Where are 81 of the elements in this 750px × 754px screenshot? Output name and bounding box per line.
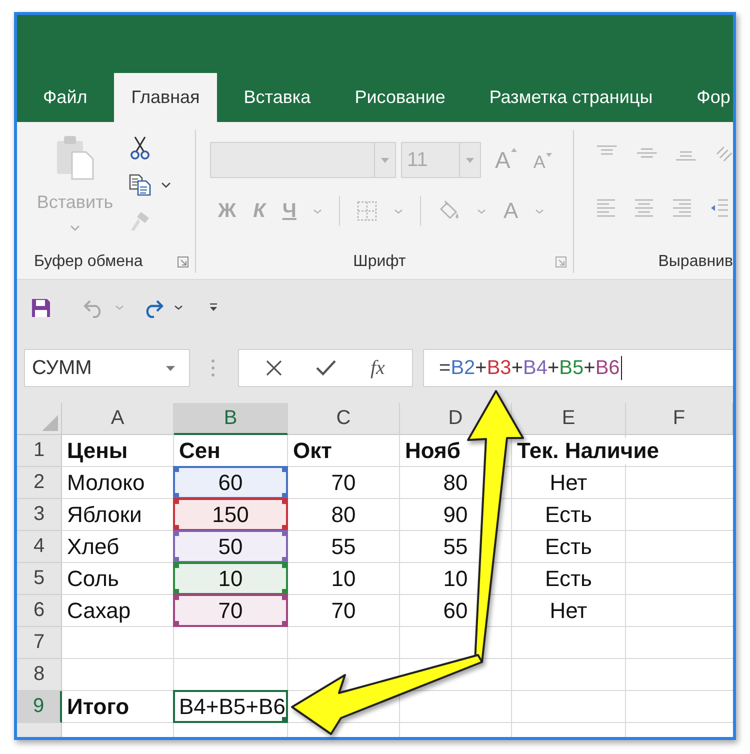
- save-icon[interactable]: [31, 298, 51, 318]
- text-cursor: [620, 356, 622, 380]
- ribbon-tab[interactable]: Рисование: [338, 73, 462, 122]
- cell-text: 90: [443, 502, 468, 528]
- cell-text: Нет: [550, 470, 588, 496]
- ribbon-tab[interactable]: Фор: [680, 73, 730, 122]
- ribbon-tab[interactable]: Разметка страницы: [472, 73, 670, 122]
- check-icon[interactable]: [316, 360, 336, 376]
- row-header[interactable]: 8: [17, 659, 62, 691]
- paintbrush-icon[interactable]: [129, 210, 151, 232]
- cell-text: 150: [212, 502, 249, 528]
- cell-text: 10: [218, 566, 243, 592]
- cell-text: Молоко: [67, 470, 145, 496]
- column-header[interactable]: C: [288, 403, 400, 435]
- caret-icon[interactable]: [174, 305, 183, 310]
- row-header[interactable]: 9: [17, 691, 62, 723]
- column-header[interactable]: A: [62, 403, 174, 435]
- row-header[interactable]: 7: [17, 627, 62, 659]
- cell-text: 70: [331, 470, 356, 496]
- cell-text: 60: [218, 470, 243, 496]
- formula-input[interactable]: =B2+B3+B4+B5+B6: [423, 349, 733, 387]
- customize-toolbar-icon[interactable]: [209, 303, 218, 312]
- dialog-launcher-icon[interactable]: [555, 256, 567, 268]
- caret-icon[interactable]: [161, 182, 171, 188]
- cell-text: 10: [331, 566, 356, 592]
- caret-icon[interactable]: [166, 366, 175, 370]
- paint-bucket-icon[interactable]: [438, 200, 460, 222]
- cell-text: Есть: [545, 566, 592, 592]
- cancel-icon[interactable]: [266, 360, 282, 376]
- select-all-button[interactable]: [17, 403, 62, 435]
- cell-text: Яблоки: [67, 502, 142, 528]
- cell-text: 70: [331, 598, 356, 624]
- group-label: Шрифт: [353, 253, 406, 271]
- cell-text: 80: [443, 470, 468, 496]
- row-header[interactable]: 1: [17, 435, 62, 467]
- row-header[interactable]: 6: [17, 595, 62, 627]
- column-header[interactable]: F: [626, 403, 733, 435]
- group-label: Буфер обмена: [34, 253, 143, 271]
- row-header[interactable]: 3: [17, 499, 62, 531]
- cell-text: Нет: [550, 598, 588, 624]
- column-header[interactable]: B: [174, 403, 288, 435]
- align-center-icon[interactable]: [634, 198, 654, 218]
- row-header[interactable]: 5: [17, 563, 62, 595]
- align-left-icon[interactable]: [596, 198, 616, 218]
- cell-text: 55: [331, 534, 356, 560]
- column-header[interactable]: E: [512, 403, 626, 435]
- insert-function-button[interactable]: fx: [370, 356, 385, 380]
- scissors-icon[interactable]: [129, 136, 151, 160]
- cell-text: 80: [331, 502, 356, 528]
- text-orientation-icon[interactable]: [715, 144, 733, 162]
- cell-text: 70: [218, 598, 243, 624]
- row-header: [17, 723, 62, 737]
- cell-text: Есть: [545, 534, 592, 560]
- name-box[interactable]: СУММ: [24, 349, 190, 387]
- cell-text: Хлеб: [67, 534, 120, 560]
- ribbon-tab[interactable]: Главная: [114, 73, 217, 122]
- cell-text: 10: [443, 566, 468, 592]
- caret-down-icon: [546, 152, 552, 156]
- group-label: Выравнив: [658, 253, 733, 271]
- vertical-dots-icon[interactable]: [211, 359, 215, 377]
- dialog-launcher-icon[interactable]: [177, 256, 189, 268]
- triangle-icon: [42, 415, 58, 431]
- row-header[interactable]: 2: [17, 467, 62, 499]
- cell-text: 55: [443, 534, 468, 560]
- decrease-indent-icon[interactable]: [710, 198, 728, 218]
- clipboard-icon: [55, 134, 95, 180]
- cell-text: Есть: [545, 502, 592, 528]
- ribbon-tab[interactable]: Вставка: [226, 73, 328, 122]
- cell-text: 60: [443, 598, 468, 624]
- borders-icon[interactable]: [357, 201, 378, 221]
- caret-icon: [70, 225, 80, 231]
- copy-icon[interactable]: [129, 174, 151, 196]
- cell-editor[interactable]: B4+B5+B6: [173, 690, 288, 723]
- align-right-icon[interactable]: [672, 198, 692, 218]
- cell-text: Соль: [67, 566, 119, 592]
- caret-up-icon: [511, 148, 518, 152]
- cell-text: Тек. Наличие: [517, 438, 659, 464]
- cell-text: Сахар: [67, 598, 131, 624]
- row-header[interactable]: 4: [17, 531, 62, 563]
- ribbon-tab[interactable]: Файл: [26, 73, 104, 122]
- cell-text: 50: [218, 534, 243, 560]
